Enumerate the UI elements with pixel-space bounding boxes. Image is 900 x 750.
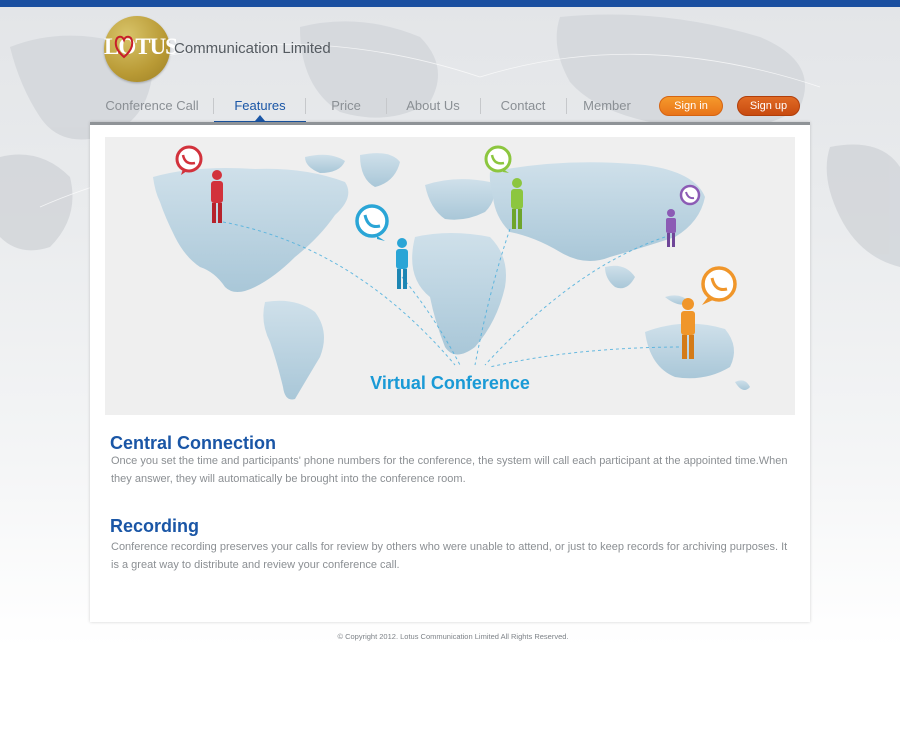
content-panel: Virtual Conference Central Connection On… (90, 122, 810, 622)
nav-item-about-us[interactable]: About Us (386, 92, 480, 122)
section-heading-recording: Recording (110, 516, 200, 536)
participant-blue-icon (355, 204, 408, 289)
nav-item-contact[interactable]: Contact (480, 92, 566, 122)
active-tab-caret-icon (255, 115, 265, 121)
nav-item-member[interactable]: Member (566, 92, 648, 122)
banner-title: Virtual Conference (370, 373, 530, 393)
section-body-central-connection: Once you set the time and participants' … (111, 455, 788, 485)
nav-item-conference-call[interactable]: Conference Call (90, 92, 214, 122)
heart-logo-icon (114, 35, 134, 59)
top-accent-bar (0, 0, 900, 7)
nav-item-price[interactable]: Price (306, 92, 386, 122)
sign-in-button[interactable]: Sign in (659, 96, 723, 116)
virtual-conference-banner: Virtual Conference (105, 137, 795, 415)
sign-up-button[interactable]: Sign up (737, 96, 800, 116)
company-name: Communication Limited (174, 40, 331, 57)
main-navigation: Conference Call Features Price About Us … (90, 92, 810, 124)
footer-copyright: © Copyright 2012. Lotus Communication Li… (337, 632, 569, 641)
section-body-recording: Conference recording preserves your call… (111, 541, 788, 571)
continents-icon (153, 153, 750, 400)
section-heading-central-connection: Central Connection (110, 433, 277, 453)
